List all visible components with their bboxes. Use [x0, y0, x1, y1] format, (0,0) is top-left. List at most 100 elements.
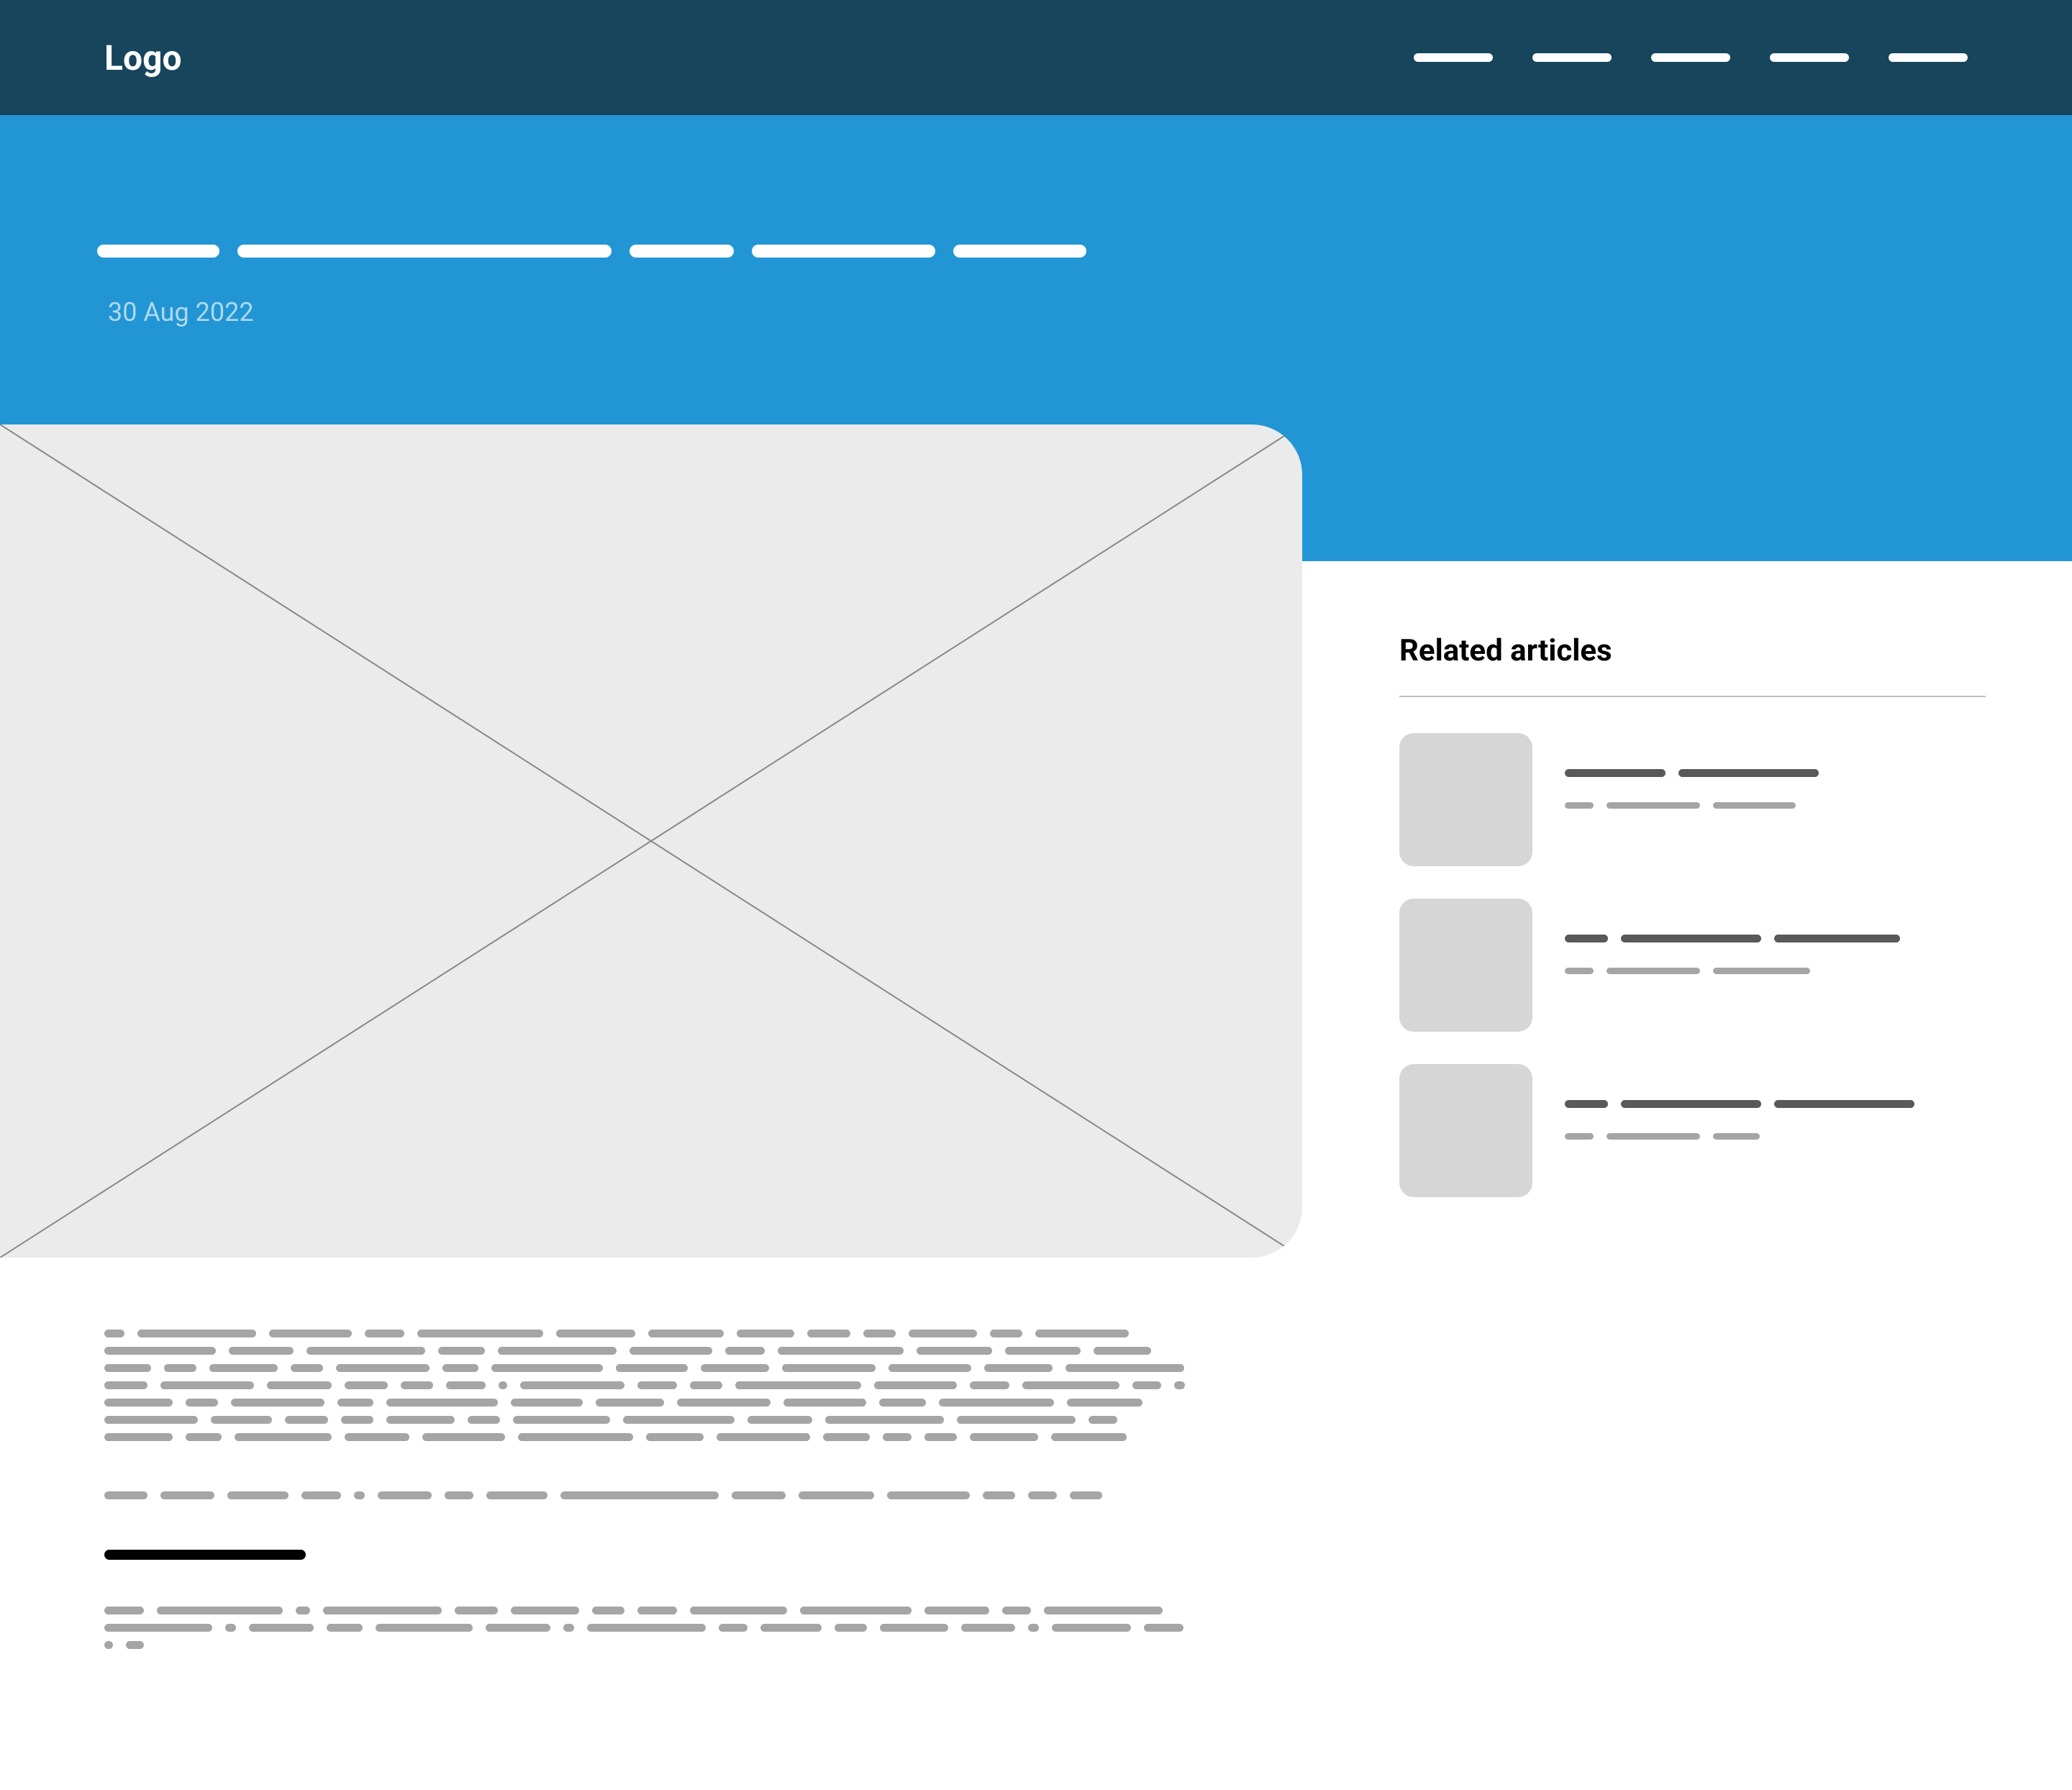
related-meta — [1565, 1133, 1986, 1140]
text-word — [924, 1433, 957, 1441]
text-word — [874, 1381, 957, 1389]
text-word — [455, 1607, 498, 1614]
text-word — [486, 1624, 550, 1632]
text-word — [1070, 1491, 1102, 1499]
nav-item[interactable] — [1889, 53, 1968, 62]
logo[interactable]: Logo — [104, 37, 182, 78]
text-word — [961, 1624, 1015, 1632]
text-word — [417, 1330, 543, 1337]
subheading — [104, 1550, 306, 1560]
text-word — [160, 1491, 214, 1499]
text-word — [1028, 1624, 1039, 1632]
related-title — [1565, 769, 1986, 777]
text-word — [104, 1381, 147, 1389]
text-word — [1174, 1381, 1185, 1389]
text-word — [556, 1330, 635, 1337]
text-word — [970, 1381, 1009, 1389]
title-word — [1565, 1100, 1608, 1108]
text-word — [1002, 1607, 1031, 1614]
text-word — [1067, 1399, 1142, 1407]
text-word — [823, 1433, 870, 1441]
text-word — [748, 1416, 812, 1424]
text-word — [323, 1607, 442, 1614]
text-word — [587, 1624, 706, 1632]
text-word — [560, 1491, 719, 1499]
text-word — [1005, 1347, 1081, 1355]
text-word — [104, 1433, 173, 1441]
text-word — [306, 1347, 425, 1355]
related-article[interactable] — [1399, 1064, 1986, 1197]
text-word — [341, 1416, 373, 1424]
related-text — [1565, 899, 1986, 1032]
text-word — [719, 1624, 748, 1632]
text-word — [235, 1433, 332, 1441]
text-word — [701, 1364, 769, 1372]
related-text — [1565, 733, 1986, 866]
hero-title — [97, 245, 1975, 258]
text-word — [637, 1381, 677, 1389]
related-article[interactable] — [1399, 899, 1986, 1032]
text-word — [1132, 1381, 1161, 1389]
text-word — [883, 1433, 912, 1441]
header: Logo — [0, 0, 2072, 115]
text-word — [164, 1364, 196, 1372]
text-word — [778, 1347, 904, 1355]
paragraph — [104, 1330, 1198, 1441]
text-word — [735, 1381, 861, 1389]
title-word — [1774, 935, 1900, 942]
meta-word — [1607, 802, 1700, 809]
text-word — [442, 1364, 478, 1372]
text-word — [596, 1399, 664, 1407]
meta-word — [1565, 1133, 1594, 1140]
text-word — [209, 1364, 278, 1372]
related-title — [1565, 1100, 1986, 1108]
text-word — [376, 1624, 473, 1632]
text-word — [104, 1416, 198, 1424]
text-word — [486, 1491, 547, 1499]
hero-image-placeholder — [0, 424, 1302, 1258]
meta-word — [1607, 968, 1700, 974]
text-word — [623, 1416, 735, 1424]
text-word — [186, 1399, 218, 1407]
text-word — [648, 1330, 724, 1337]
text-word — [1051, 1433, 1127, 1441]
text-word — [291, 1364, 323, 1372]
text-word — [1022, 1381, 1119, 1389]
related-thumbnail — [1399, 1064, 1532, 1197]
title-word — [1678, 769, 1819, 777]
text-word — [499, 1381, 507, 1389]
text-word — [990, 1330, 1022, 1337]
related-title — [1565, 935, 1986, 942]
title-word — [97, 245, 219, 258]
text-word — [445, 1491, 473, 1499]
meta-word — [1565, 968, 1594, 974]
meta-word — [1607, 1133, 1700, 1140]
text-word — [468, 1416, 500, 1424]
nav-item[interactable] — [1770, 53, 1849, 62]
text-word — [690, 1607, 787, 1614]
text-word — [498, 1347, 617, 1355]
title-word — [1774, 1100, 1914, 1108]
text-word — [511, 1399, 583, 1407]
text-word — [365, 1330, 404, 1337]
text-word — [717, 1433, 810, 1441]
text-word — [104, 1399, 173, 1407]
related-meta — [1565, 802, 1986, 809]
text-word — [835, 1624, 867, 1632]
text-word — [677, 1399, 771, 1407]
text-word — [126, 1641, 144, 1649]
nav-item[interactable] — [1651, 53, 1730, 62]
nav-item[interactable] — [1532, 53, 1612, 62]
text-word — [782, 1364, 876, 1372]
text-word — [296, 1607, 310, 1614]
text-word — [1065, 1364, 1184, 1372]
related-list — [1399, 733, 1986, 1197]
text-word — [887, 1491, 970, 1499]
related-text — [1565, 1064, 1986, 1197]
text-word — [630, 1347, 712, 1355]
text-word — [104, 1641, 113, 1649]
related-article[interactable] — [1399, 733, 1986, 866]
main-content: Related articles — [0, 561, 2072, 1699]
nav-item[interactable] — [1414, 53, 1493, 62]
text-word — [327, 1624, 363, 1632]
